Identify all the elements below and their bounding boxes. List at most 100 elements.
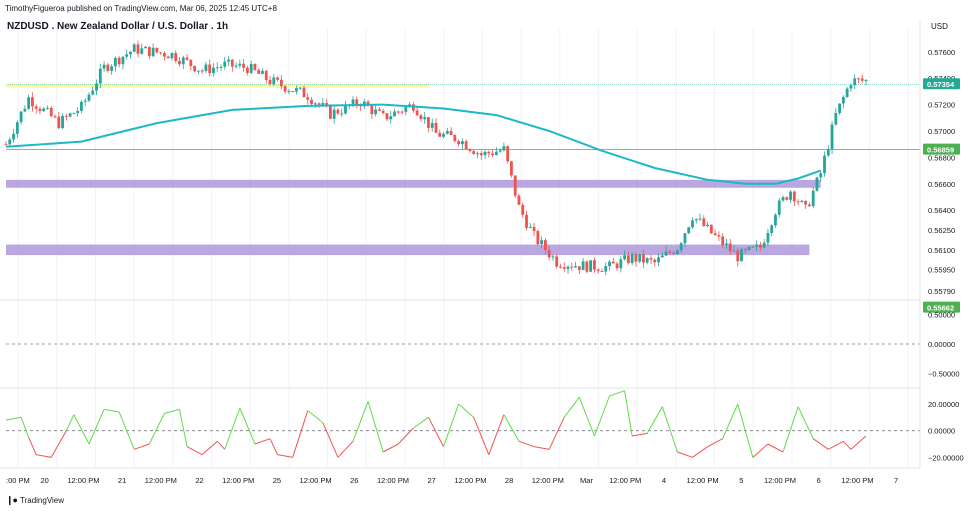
candle-body xyxy=(555,256,559,267)
candle-body xyxy=(634,254,638,262)
candle-body xyxy=(317,103,321,105)
candle-body xyxy=(630,254,634,264)
oscillator-segment xyxy=(413,416,429,429)
price-tick-label: 0.56250 xyxy=(928,226,955,235)
oscillator-segment xyxy=(239,407,256,445)
time-tick-label: 5 xyxy=(739,476,743,485)
candle-body xyxy=(672,252,676,254)
oscillator-segment xyxy=(36,454,52,458)
oscillator-segment xyxy=(277,454,293,458)
oscillator-segment xyxy=(646,406,663,434)
candle-body xyxy=(668,251,672,253)
candle-body xyxy=(551,256,555,258)
candle-body xyxy=(645,258,649,263)
candle-body xyxy=(785,197,789,200)
symbol-title[interactable]: NZDUSD . New Zealand Dollar / U.S. Dolla… xyxy=(7,21,228,32)
candle-body xyxy=(385,113,389,120)
time-tick-label: 12:00 PM xyxy=(67,476,99,485)
oscillator-segment xyxy=(164,408,180,414)
oscillator-segment xyxy=(307,410,324,424)
candle-body xyxy=(536,231,540,245)
oscillator-segment xyxy=(593,395,610,437)
oscillator-segment xyxy=(782,406,799,453)
candle-body xyxy=(698,218,702,220)
time-tick-label: 26 xyxy=(350,476,358,485)
price-tick-label: 0.56800 xyxy=(928,153,955,162)
candle-body xyxy=(91,90,95,95)
candle-body xyxy=(766,233,770,243)
chart-canvas[interactable]: 0.576000.574000.572000.570000.568000.566… xyxy=(0,0,975,511)
price-tick-label: 0.55790 xyxy=(928,287,955,296)
candle-body xyxy=(393,111,396,117)
candle-body xyxy=(725,243,728,245)
candle-body xyxy=(132,44,136,52)
indicator1-tick-label: 0.50000 xyxy=(928,311,955,320)
candle-body xyxy=(174,52,178,62)
indicator1-axis[interactable]: 0.50000 0.00000 −0.50000 xyxy=(928,311,960,379)
candle-body xyxy=(121,56,125,65)
candle-body xyxy=(841,97,845,104)
price-tick-label: 0.56400 xyxy=(928,206,955,215)
price-axis[interactable]: 0.576000.574000.572000.570000.568000.566… xyxy=(923,48,960,313)
candle-body xyxy=(80,101,83,111)
candle-body xyxy=(257,69,261,74)
candle-body xyxy=(113,57,117,67)
candle-body xyxy=(442,133,445,137)
candle-body xyxy=(547,250,551,258)
candle-body xyxy=(396,111,400,113)
candle-body xyxy=(419,115,423,120)
candle-body xyxy=(574,266,577,268)
candle-body xyxy=(808,204,811,207)
candle-body xyxy=(789,191,792,200)
oscillator-segment xyxy=(367,401,384,453)
oscillator-segment xyxy=(216,440,226,450)
candle-body xyxy=(246,67,249,73)
oscillator-segment xyxy=(722,403,739,439)
candle-body xyxy=(291,91,295,93)
oscillator-segment xyxy=(224,407,241,450)
candle-body xyxy=(502,146,506,151)
candle-body xyxy=(781,197,785,201)
indicator1-tick-label: −0.50000 xyxy=(928,369,960,378)
candle-body xyxy=(653,259,657,263)
candle-body xyxy=(468,149,472,152)
candle-body xyxy=(736,250,740,262)
candle-body xyxy=(461,141,464,145)
candle-body xyxy=(721,236,725,245)
candle-body xyxy=(328,105,332,119)
time-tick-label: 12:00 PM xyxy=(687,476,719,485)
candle-body xyxy=(608,261,611,267)
time-tick-label: 20 xyxy=(41,476,49,485)
tradingview-brand[interactable]: ❙● TradingView xyxy=(6,495,64,506)
candle-body xyxy=(434,122,438,133)
oscillator-segment xyxy=(134,443,150,450)
candle-body xyxy=(585,261,589,272)
candle-body xyxy=(792,191,796,202)
candle-body xyxy=(747,246,751,250)
indicator2-axis[interactable]: 20.00000 0.00000 −20.00000 xyxy=(928,400,964,462)
oscillator-segment xyxy=(533,446,550,450)
time-axis[interactable]: :00 PM 20 12:00 PM 21 12:00 PM 22 12:00 PM 25 12… xyxy=(6,476,898,485)
brand-name: TradingView xyxy=(19,496,65,505)
candle-body xyxy=(42,108,46,112)
oscillator-segment xyxy=(20,417,30,438)
candle-body xyxy=(83,100,87,102)
candle-body xyxy=(95,83,98,91)
oscillator-segment xyxy=(812,438,829,450)
currency-label[interactable]: USD xyxy=(931,22,948,31)
candle-body xyxy=(611,261,615,264)
oscillator-segment xyxy=(843,440,852,450)
candle-body xyxy=(830,124,834,149)
candle-body xyxy=(438,132,442,137)
candle-body xyxy=(543,240,547,251)
candle-body xyxy=(517,195,521,205)
candle-body xyxy=(298,87,302,89)
oscillator-segment xyxy=(767,443,784,453)
candle-body xyxy=(521,204,525,215)
candle-body xyxy=(615,263,619,269)
candle-body xyxy=(679,243,683,251)
candle-body xyxy=(76,110,80,114)
candle-body xyxy=(864,80,868,82)
candle-body xyxy=(38,108,42,112)
candle-body xyxy=(144,46,147,49)
